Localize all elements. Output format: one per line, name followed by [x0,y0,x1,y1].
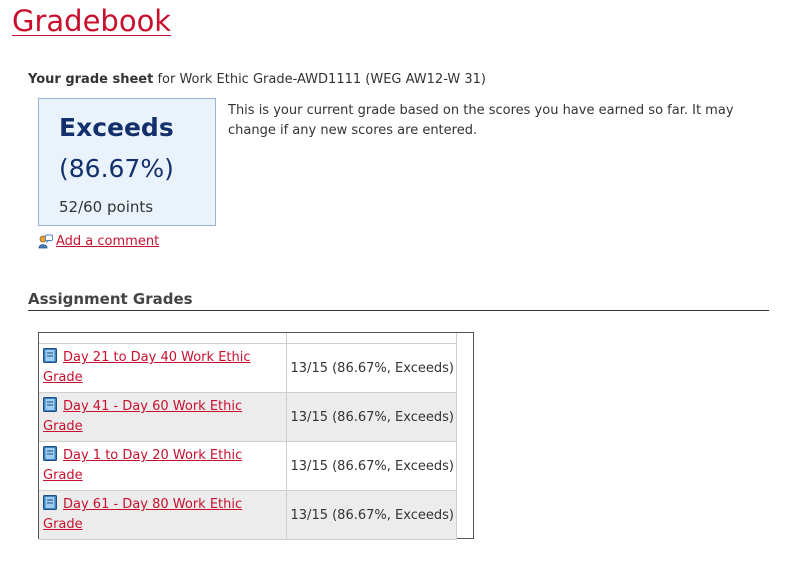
assignment-cell: Day 21 to Day 40 Work Ethic Grade [39,343,287,393]
add-comment-label: Add a comment [56,234,160,249]
add-comment-link[interactable]: Add a comment [38,234,159,249]
assignment-grades-title: Assignment Grades [28,290,193,308]
assignment-score: 13/15 (86.67%, Exceeds) [286,441,458,491]
assignment-score: 13/15 (86.67%, Exceeds) [286,343,458,393]
grade-description: This is your current grade based on the … [228,103,734,138]
column-header-assignment [39,333,287,344]
gradebook-page: Gradebook Your grade sheet for Work Ethi… [0,0,790,574]
comment-icon [38,234,53,249]
book-icon [43,397,57,412]
assignment-link[interactable]: Day 61 - Day 80 Work Ethic Grade [43,497,242,532]
grade-sheet-heading-bold: Your grade sheet [28,72,154,87]
assignment-link[interactable]: Day 1 to Day 20 Work Ethic Grade [43,448,242,483]
assignment-cell: Day 61 - Day 80 Work Ethic Grade [39,490,287,540]
section-divider [28,310,769,311]
grade-sheet-heading: Your grade sheet for Work Ethic Grade-AW… [28,72,486,87]
grades-table: Day 21 to Day 40 Work Ethic Grade 13/15 … [39,333,458,540]
assignment-score: 13/15 (86.67%, Exceeds) [286,490,458,540]
assignment-score: 13/15 (86.67%, Exceeds) [286,392,458,442]
book-icon [43,446,57,461]
grade-percent: (86.67%) [59,154,174,183]
table-row: Day 21 to Day 40 Work Ethic Grade 13/15 … [39,343,458,393]
grade-sheet-heading-course: for Work Ethic Grade-AWD1111 (WEG AW12-W… [153,72,486,87]
table-header-row [39,333,458,344]
page-title[interactable]: Gradebook [12,4,171,38]
current-grade-box: Exceeds (86.67%) 52/60 points [38,98,216,226]
column-header-score [286,333,458,344]
table-row: Day 1 to Day 20 Work Ethic Grade 13/15 (… [39,441,458,491]
assignment-link[interactable]: Day 41 - Day 60 Work Ethic Grade [43,399,242,434]
table-row: Day 41 - Day 60 Work Ethic Grade 13/15 (… [39,392,458,442]
grade-points: 52/60 points [59,198,154,216]
book-icon [43,348,57,363]
assignment-grades-table: Day 21 to Day 40 Work Ethic Grade 13/15 … [38,332,474,540]
assignment-link[interactable]: Day 21 to Day 40 Work Ethic Grade [43,350,251,385]
grade-label: Exceeds [59,113,174,142]
table-row: Day 61 - Day 80 Work Ethic Grade 13/15 (… [39,490,458,540]
book-icon [43,495,57,510]
assignment-cell: Day 41 - Day 60 Work Ethic Grade [39,392,287,442]
assignment-cell: Day 1 to Day 20 Work Ethic Grade [39,441,287,491]
